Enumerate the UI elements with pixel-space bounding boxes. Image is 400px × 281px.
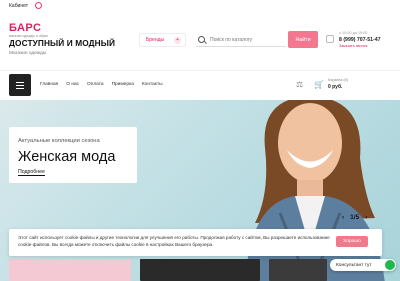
nav-item-contacts[interactable]: Контакты bbox=[142, 82, 163, 87]
phone-icon bbox=[326, 35, 334, 43]
slider-controls: ‹ 1/5 › bbox=[342, 212, 394, 222]
search-input[interactable] bbox=[210, 36, 280, 43]
nav-item-about[interactable]: О нас bbox=[66, 82, 79, 87]
menu-icon[interactable] bbox=[9, 74, 31, 96]
callback-link[interactable]: Заказать звонок bbox=[339, 44, 367, 48]
hero-card: Актуальные коллекции сезона Женская мода… bbox=[9, 127, 137, 183]
cookie-text: Этот сайт использует cookie-файлы и друг… bbox=[18, 235, 330, 247]
more-link[interactable]: Подробнее bbox=[18, 169, 45, 176]
cart-sum: 0 руб. bbox=[328, 84, 343, 90]
nav-item-fitting[interactable]: Примерка bbox=[112, 82, 134, 87]
site-title: ДОСТУПНЫЙ И МОДНЫЙ bbox=[9, 38, 116, 48]
phone-number[interactable]: 8 (999) 707-51-47 bbox=[339, 37, 381, 43]
nav-item-home[interactable]: Главная bbox=[40, 82, 58, 87]
brands-label: Бренды bbox=[146, 37, 165, 43]
search-button[interactable]: Найти bbox=[288, 31, 318, 48]
site-subtitle: Магазин одежды bbox=[9, 51, 47, 56]
whatsapp-icon bbox=[385, 260, 395, 270]
cart-label[interactable]: Корзина (0) bbox=[328, 78, 348, 82]
slide-prev-icon[interactable]: ‹ bbox=[342, 214, 344, 221]
cabinet-link[interactable]: Кабинет bbox=[9, 2, 43, 9]
work-hours: с 10:00 до 19:00 bbox=[339, 31, 368, 35]
cabinet-label: Кабинет bbox=[9, 2, 29, 9]
product-thumb[interactable] bbox=[140, 259, 260, 281]
logo-brand: БАРС bbox=[9, 22, 42, 34]
cookie-notice: Этот сайт использует cookie-файлы и друг… bbox=[9, 229, 382, 256]
whatsapp-label: Консультант тут bbox=[336, 262, 372, 268]
top-line: Кабинет bbox=[0, 0, 400, 16]
user-icon bbox=[35, 2, 43, 9]
hero-heading: Женская мода bbox=[18, 149, 116, 165]
main-nav: Главная О нас Оплата Примерка Контакты ⚖… bbox=[0, 70, 400, 100]
hero-kicker: Актуальные коллекции сезона bbox=[18, 138, 100, 144]
nav-menu: Главная О нас Оплата Примерка Контакты bbox=[40, 82, 163, 87]
cart-icon[interactable]: 🛒 bbox=[314, 80, 324, 89]
slide-counter: 1/5 bbox=[350, 213, 360, 221]
product-thumb[interactable] bbox=[269, 259, 327, 281]
search-icon bbox=[198, 36, 205, 43]
whatsapp-widget[interactable]: Консультант тут bbox=[330, 259, 396, 271]
plus-icon: + bbox=[174, 37, 181, 44]
cookie-ok-button[interactable]: Хорошо bbox=[336, 236, 368, 247]
search-box bbox=[196, 33, 286, 47]
logo[interactable]: БАРС магазин одежды и обуви bbox=[9, 23, 48, 39]
compare-icon[interactable]: ⚖ bbox=[296, 80, 306, 89]
product-thumb[interactable] bbox=[9, 259, 131, 281]
nav-item-payment[interactable]: Оплата bbox=[87, 82, 104, 87]
slide-next-icon[interactable]: › bbox=[365, 214, 367, 221]
brands-dropdown[interactable]: Бренды + bbox=[139, 33, 186, 47]
